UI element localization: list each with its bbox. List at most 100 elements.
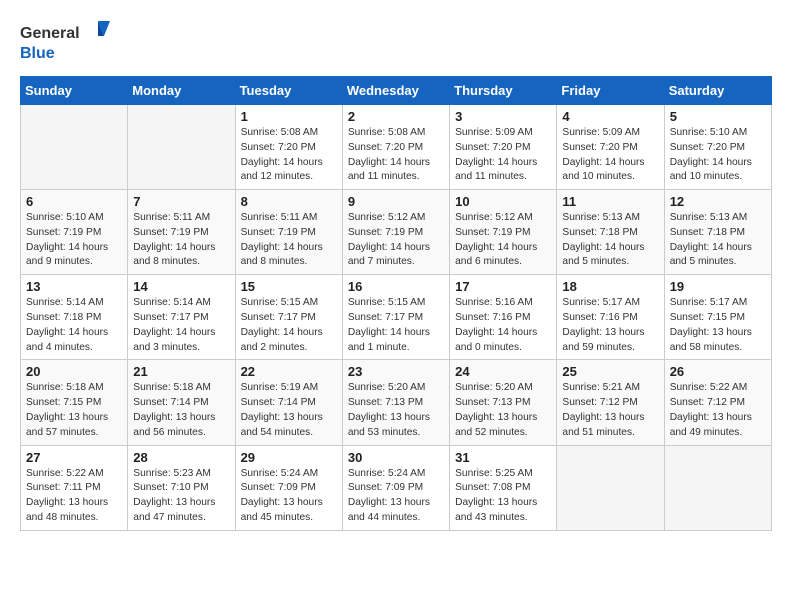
cell-info: Sunrise: 5:21 AMSunset: 7:12 PMDaylight:…: [562, 382, 644, 437]
calendar-cell: 20 Sunrise: 5:18 AMSunset: 7:15 PMDayligh…: [21, 360, 128, 445]
day-number: 3: [455, 109, 551, 124]
day-number: 8: [241, 194, 337, 209]
day-number: 20: [26, 364, 122, 379]
calendar-cell: 13Sunrise: 5:14 AMSunset: 7:18 PMDayligh…: [21, 275, 128, 360]
day-number: 31: [455, 450, 551, 465]
day-number: 2: [348, 109, 444, 124]
header-cell-sunday: Sunday: [21, 77, 128, 105]
cell-info: Sunrise: 5:15 AMSunset: 7:17 PMDaylight:…: [348, 297, 430, 352]
cell-info: Sunrise: 5:22 AMSunset: 7:11 PMDaylight:…: [26, 468, 108, 523]
day-number: 1: [241, 109, 337, 124]
day-number: 17: [455, 279, 551, 294]
day-number: 19: [670, 279, 766, 294]
calendar-cell: 26 Sunrise: 5:22 AMSunset: 7:12 PMDayligh…: [664, 360, 771, 445]
calendar-cell: 21Sunrise: 5:18 AMSunset: 7:14 PMDayligh…: [128, 360, 235, 445]
day-number: 28: [133, 450, 229, 465]
day-number: 29: [241, 450, 337, 465]
calendar-cell: 5 Sunrise: 5:10 AMSunset: 7:20 PMDaylight…: [664, 105, 771, 190]
calendar-cell: 4Sunrise: 5:09 AMSunset: 7:20 PMDaylight…: [557, 105, 664, 190]
calendar-cell: 19 Sunrise: 5:17 AMSunset: 7:15 PMDayligh…: [664, 275, 771, 360]
calendar-cell: [557, 445, 664, 530]
cell-info: Sunrise: 5:20 AMSunset: 7:13 PMDaylight:…: [455, 382, 537, 437]
day-number: 16: [348, 279, 444, 294]
week-row-3: 13Sunrise: 5:14 AMSunset: 7:18 PMDayligh…: [21, 275, 772, 360]
cell-info: Sunrise: 5:15 AMSunset: 7:17 PMDaylight:…: [241, 297, 323, 352]
calendar-cell: 28 Sunrise: 5:23 AMSunset: 7:10 PMDayligh…: [128, 445, 235, 530]
day-number: 25: [562, 364, 658, 379]
svg-text:Blue: Blue: [20, 45, 55, 62]
cell-info: Sunrise: 5:12 AMSunset: 7:19 PMDaylight:…: [455, 212, 537, 267]
calendar-cell: 24 Sunrise: 5:20 AMSunset: 7:13 PMDayligh…: [450, 360, 557, 445]
calendar-cell: 16 Sunrise: 5:15 AMSunset: 7:17 PMDayligh…: [342, 275, 449, 360]
calendar-cell: 31 Sunrise: 5:25 AMSunset: 7:08 PMDayligh…: [450, 445, 557, 530]
day-number: 24: [455, 364, 551, 379]
cell-info: Sunrise: 5:22 AMSunset: 7:12 PMDaylight:…: [670, 382, 752, 437]
cell-info: Sunrise: 5:17 AMSunset: 7:15 PMDaylight:…: [670, 297, 752, 352]
header-cell-friday: Friday: [557, 77, 664, 105]
week-row-1: 1 Sunrise: 5:08 AMSunset: 7:20 PMDaylight…: [21, 105, 772, 190]
calendar-cell: 3 Sunrise: 5:09 AMSunset: 7:20 PMDaylight…: [450, 105, 557, 190]
cell-info: Sunrise: 5:19 AMSunset: 7:14 PMDaylight:…: [241, 382, 323, 437]
calendar-cell: 1 Sunrise: 5:08 AMSunset: 7:20 PMDaylight…: [235, 105, 342, 190]
cell-info: Sunrise: 5:25 AMSunset: 7:08 PMDaylight:…: [455, 468, 537, 523]
calendar-cell: 22Sunrise: 5:19 AMSunset: 7:14 PMDayligh…: [235, 360, 342, 445]
cell-info: Sunrise: 5:18 AMSunset: 7:15 PMDaylight:…: [26, 382, 108, 437]
cell-info: Sunrise: 5:20 AMSunset: 7:13 PMDaylight:…: [348, 382, 430, 437]
day-number: 6: [26, 194, 122, 209]
cell-info: Sunrise: 5:10 AMSunset: 7:20 PMDaylight:…: [670, 127, 752, 182]
cell-info: Sunrise: 5:09 AMSunset: 7:20 PMDaylight:…: [562, 127, 644, 182]
cell-info: Sunrise: 5:14 AMSunset: 7:17 PMDaylight:…: [133, 297, 215, 352]
logo-svg: General Blue: [20, 16, 110, 66]
header-cell-monday: Monday: [128, 77, 235, 105]
day-number: 9: [348, 194, 444, 209]
header-cell-saturday: Saturday: [664, 77, 771, 105]
cell-info: Sunrise: 5:10 AMSunset: 7:19 PMDaylight:…: [26, 212, 108, 267]
week-row-4: 20 Sunrise: 5:18 AMSunset: 7:15 PMDayligh…: [21, 360, 772, 445]
calendar-cell: 8 Sunrise: 5:11 AMSunset: 7:19 PMDaylight…: [235, 190, 342, 275]
calendar-cell: 30 Sunrise: 5:24 AMSunset: 7:09 PMDayligh…: [342, 445, 449, 530]
day-number: 10: [455, 194, 551, 209]
day-number: 26: [670, 364, 766, 379]
cell-info: Sunrise: 5:11 AMSunset: 7:19 PMDaylight:…: [133, 212, 215, 267]
cell-info: Sunrise: 5:17 AMSunset: 7:16 PMDaylight:…: [562, 297, 644, 352]
cell-info: Sunrise: 5:12 AMSunset: 7:19 PMDaylight:…: [348, 212, 430, 267]
cell-info: Sunrise: 5:11 AMSunset: 7:19 PMDaylight:…: [241, 212, 323, 267]
cell-info: Sunrise: 5:24 AMSunset: 7:09 PMDaylight:…: [241, 468, 323, 523]
day-number: 11: [562, 194, 658, 209]
calendar-cell: [664, 445, 771, 530]
calendar-cell: 14 Sunrise: 5:14 AMSunset: 7:17 PMDayligh…: [128, 275, 235, 360]
cell-info: Sunrise: 5:13 AMSunset: 7:18 PMDaylight:…: [562, 212, 644, 267]
day-number: 30: [348, 450, 444, 465]
cell-info: Sunrise: 5:24 AMSunset: 7:09 PMDaylight:…: [348, 468, 430, 523]
cell-info: Sunrise: 5:09 AMSunset: 7:20 PMDaylight:…: [455, 127, 537, 182]
calendar-cell: 12Sunrise: 5:13 AMSunset: 7:18 PMDayligh…: [664, 190, 771, 275]
page-header: General Blue: [20, 16, 772, 66]
day-number: 23: [348, 364, 444, 379]
day-number: 14: [133, 279, 229, 294]
cell-info: Sunrise: 5:16 AMSunset: 7:16 PMDaylight:…: [455, 297, 537, 352]
day-number: 5: [670, 109, 766, 124]
cell-info: Sunrise: 5:23 AMSunset: 7:10 PMDaylight:…: [133, 468, 215, 523]
day-number: 27: [26, 450, 122, 465]
calendar-cell: 7 Sunrise: 5:11 AMSunset: 7:19 PMDaylight…: [128, 190, 235, 275]
week-row-5: 27 Sunrise: 5:22 AMSunset: 7:11 PMDayligh…: [21, 445, 772, 530]
calendar-cell: 11 Sunrise: 5:13 AMSunset: 7:18 PMDayligh…: [557, 190, 664, 275]
calendar-cell: 10 Sunrise: 5:12 AMSunset: 7:19 PMDayligh…: [450, 190, 557, 275]
week-row-2: 6 Sunrise: 5:10 AMSunset: 7:19 PMDaylight…: [21, 190, 772, 275]
calendar-cell: 2 Sunrise: 5:08 AMSunset: 7:20 PMDaylight…: [342, 105, 449, 190]
header-cell-wednesday: Wednesday: [342, 77, 449, 105]
calendar-table: SundayMondayTuesdayWednesdayThursdayFrid…: [20, 76, 772, 531]
calendar-cell: 25 Sunrise: 5:21 AMSunset: 7:12 PMDayligh…: [557, 360, 664, 445]
day-number: 21: [133, 364, 229, 379]
header-cell-tuesday: Tuesday: [235, 77, 342, 105]
cell-info: Sunrise: 5:08 AMSunset: 7:20 PMDaylight:…: [348, 127, 430, 182]
calendar-cell: 23 Sunrise: 5:20 AMSunset: 7:13 PMDayligh…: [342, 360, 449, 445]
calendar-cell: 17 Sunrise: 5:16 AMSunset: 7:16 PMDayligh…: [450, 275, 557, 360]
day-number: 12: [670, 194, 766, 209]
cell-info: Sunrise: 5:08 AMSunset: 7:20 PMDaylight:…: [241, 127, 323, 182]
day-number: 7: [133, 194, 229, 209]
calendar-cell: 6 Sunrise: 5:10 AMSunset: 7:19 PMDaylight…: [21, 190, 128, 275]
calendar-cell: 27 Sunrise: 5:22 AMSunset: 7:11 PMDayligh…: [21, 445, 128, 530]
svg-text:General: General: [20, 25, 80, 42]
calendar-cell: 9 Sunrise: 5:12 AMSunset: 7:19 PMDaylight…: [342, 190, 449, 275]
